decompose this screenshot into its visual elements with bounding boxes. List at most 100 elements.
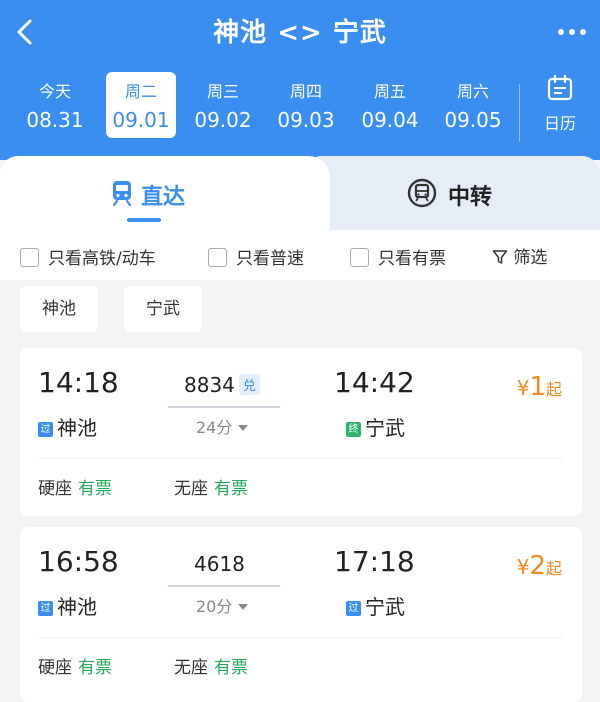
- tab-direct-label: 直达: [141, 185, 186, 210]
- tab-active-indicator: [127, 218, 161, 222]
- date-item-3[interactable]: 周四 09.03: [271, 72, 341, 138]
- departure-station-name: 神池: [57, 595, 97, 619]
- exchange-badge: 兑: [238, 374, 260, 395]
- caret-down-icon: [237, 418, 249, 437]
- card-divider: [38, 458, 564, 459]
- filter-gaotie-label: 只看高铁/动车: [48, 249, 156, 269]
- date-weekday: 周六: [456, 82, 489, 101]
- train-number: 8834 兑: [184, 373, 260, 397]
- date-weekday: 周二: [124, 82, 157, 101]
- filter-pusu-checkbox[interactable]: 只看普速: [208, 244, 304, 269]
- filter-gaotie-checkbox[interactable]: 只看高铁/动车: [20, 244, 156, 269]
- date-item-0[interactable]: 今天 08.31: [20, 72, 90, 138]
- calendar-label: 日历: [543, 114, 576, 133]
- filter-pusu-label: 只看普速: [236, 249, 304, 269]
- filter-youpiao-checkbox[interactable]: 只看有票: [350, 244, 446, 269]
- departure-time: 16:58: [38, 545, 119, 578]
- seat-type: 硬座 有票: [38, 653, 112, 678]
- price-suffix: 起: [545, 559, 562, 578]
- seat-status: 有票: [78, 479, 112, 499]
- price-symbol: ¥: [516, 555, 530, 579]
- date-day: 08.31: [26, 108, 84, 132]
- route-line: [168, 406, 280, 408]
- arrival-time: 14:42: [334, 366, 415, 399]
- train-card[interactable]: 14:18 8834 兑 24分 14:42 过神池 终宁武 ¥1起 硬座 有票 无…: [20, 348, 582, 516]
- checkbox-box: [208, 248, 227, 267]
- station-chip-from[interactable]: 神池: [20, 286, 98, 332]
- date-weekday: 周三: [206, 82, 239, 101]
- date-day: 09.03: [277, 108, 335, 132]
- duration-text: 20分: [196, 597, 233, 616]
- filter-youpiao-label: 只看有票: [378, 249, 446, 269]
- date-item-4[interactable]: 周五 09.04: [355, 72, 425, 138]
- date-day: 09.05: [444, 108, 502, 132]
- train-number: 4618: [194, 552, 245, 576]
- arrival-station: 终宁武: [346, 412, 405, 441]
- date-weekday: 周四: [289, 82, 322, 101]
- train-number-text: 8834: [184, 373, 235, 397]
- nav-bar: 神池 <> 宁武: [0, 0, 600, 66]
- arrival-station-name: 宁武: [365, 595, 405, 619]
- date-day: 09.02: [194, 108, 252, 132]
- terminal-tag: 终: [346, 422, 361, 437]
- tab-transfer-label: 中转: [448, 185, 493, 210]
- seat-type: 硬座 有票: [38, 474, 112, 499]
- departure-station: 过神池: [38, 412, 97, 441]
- price: ¥2起: [517, 551, 562, 581]
- date-day: 09.01: [112, 108, 170, 132]
- tab-direct[interactable]: 直达: [0, 156, 330, 230]
- checkbox-box: [20, 248, 39, 267]
- calendar-icon: [547, 74, 573, 106]
- duration[interactable]: 24分: [196, 414, 249, 438]
- more-dots-icon[interactable]: [554, 18, 590, 46]
- seat-name: 硬座: [38, 479, 72, 499]
- pass-tag: 过: [38, 601, 53, 616]
- duration-text: 24分: [196, 418, 233, 437]
- departure-time: 14:18: [38, 366, 119, 399]
- seat-status: 有票: [214, 479, 248, 499]
- seat-type: 无座 有票: [174, 474, 248, 499]
- train-icon: [110, 179, 134, 211]
- seat-status: 有票: [214, 658, 248, 678]
- price-value: 1: [529, 372, 546, 402]
- seat-type: 无座 有票: [174, 653, 248, 678]
- filter-button-label: 筛选: [513, 248, 548, 268]
- arrival-station-name: 宁武: [365, 416, 405, 440]
- date-weekday: 今天: [38, 82, 71, 101]
- date-strip: 今天 08.31 周二 09.01 周三 09.02 周四 09.03 周五 0…: [0, 66, 600, 150]
- date-item-1-selected[interactable]: 周二 09.01: [106, 72, 176, 138]
- duration[interactable]: 20分: [196, 593, 249, 617]
- departure-station-name: 神池: [57, 416, 97, 440]
- tab-transfer[interactable]: 中转: [300, 156, 600, 230]
- page-title: 神池 <> 宁武: [213, 18, 387, 48]
- route-line: [168, 585, 280, 587]
- seat-name: 硬座: [38, 658, 72, 678]
- arrival-time: 17:18: [334, 545, 415, 578]
- price-suffix: 起: [545, 380, 562, 399]
- calendar-button[interactable]: 日历: [525, 74, 595, 140]
- checkbox-box: [350, 248, 369, 267]
- seat-status: 有票: [78, 658, 112, 678]
- train-number-text: 4618: [194, 552, 245, 576]
- price: ¥1起: [517, 372, 562, 402]
- funnel-icon: [492, 248, 513, 268]
- caret-down-icon: [237, 597, 249, 616]
- train-card[interactable]: 16:58 4618 20分 17:18 过神池 过宁武 ¥2起 硬座 有票 无座…: [20, 527, 582, 702]
- arrival-station: 过宁武: [346, 591, 405, 620]
- date-divider: [519, 84, 520, 142]
- departure-station: 过神池: [38, 591, 97, 620]
- date-weekday: 周五: [373, 82, 406, 101]
- price-symbol: ¥: [516, 376, 530, 400]
- pass-tag: 过: [346, 601, 361, 616]
- filter-button[interactable]: 筛选: [492, 243, 547, 268]
- seat-name: 无座: [174, 479, 208, 499]
- card-divider: [38, 637, 564, 638]
- station-chips: 神池 宁武: [0, 280, 600, 342]
- date-item-2[interactable]: 周三 09.02: [188, 72, 258, 138]
- date-day: 09.04: [361, 108, 419, 132]
- station-chip-to[interactable]: 宁武: [124, 286, 202, 332]
- top-header: 神池 <> 宁武 今天 08.31 周二 09.01 周三 09.02 周四 0…: [0, 0, 600, 160]
- transfer-icon: [406, 177, 438, 213]
- route-tabs: 中转 直达: [0, 156, 600, 230]
- date-item-5[interactable]: 周六 09.05: [438, 72, 508, 138]
